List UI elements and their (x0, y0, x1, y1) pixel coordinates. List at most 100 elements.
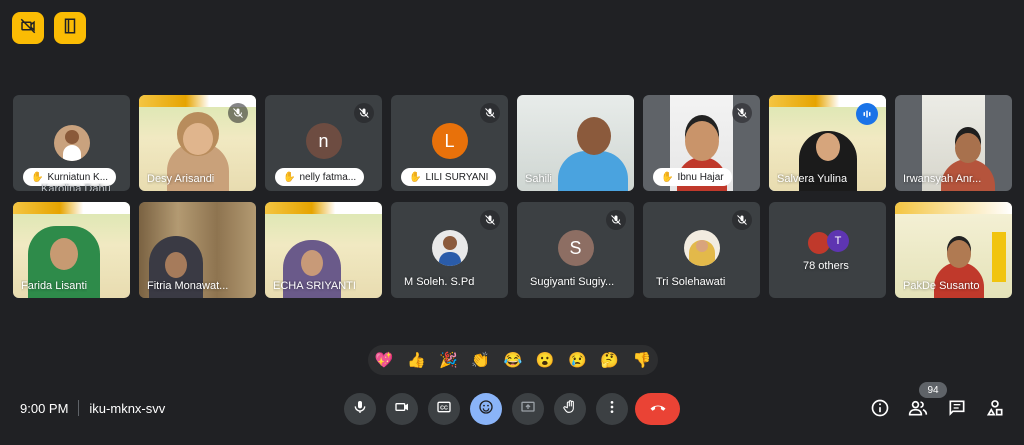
participant-name: nelly fatma... (299, 171, 357, 183)
participant-tile[interactable]: PakDe Susanto (895, 202, 1012, 298)
participant-tile[interactable]: ✋ Kurniatun K... Karolina Dahu (13, 95, 130, 191)
end-call-icon (648, 397, 668, 422)
participant-name: Farida Lisanti (21, 280, 88, 292)
reaction-surprised[interactable]: 😮 (536, 351, 555, 369)
participant-name: Desy Arisandi (147, 173, 215, 185)
present-screen-icon (520, 399, 536, 420)
participant-name: Sahili (525, 173, 552, 185)
video-decoration (992, 232, 1006, 282)
emoji-button[interactable] (470, 393, 502, 425)
participant-name: ECHA SRIYANTI (273, 280, 356, 292)
divider (78, 400, 80, 416)
others-tile[interactable]: T 78 others (769, 202, 886, 298)
participant-name: Tri Solehawati (656, 276, 726, 288)
participant-name: Kurniatun K... (47, 171, 109, 183)
present-screen-button[interactable] (512, 393, 544, 425)
raised-hand-icon: ✋ (283, 171, 296, 183)
door-exit-button[interactable] (54, 12, 86, 44)
participant-head (50, 238, 79, 270)
activities-icon (985, 398, 1005, 423)
participant-head (165, 252, 188, 278)
chat-icon (947, 398, 967, 423)
video-off-icon (19, 17, 37, 40)
participant-avatar: n (305, 123, 342, 159)
participant-avatar (431, 230, 468, 266)
raised-hand-icon: ✋ (31, 171, 44, 183)
reaction-sparkling-heart[interactable]: 💖 (375, 351, 394, 369)
participant-name: Salvera Yulina (777, 173, 848, 185)
reactions-bar: 💖 👍 🎉 👏 😂 😮 😢 🤔 👎 (368, 345, 658, 375)
emoji-icon (478, 399, 494, 420)
end-call-button[interactable] (635, 393, 680, 425)
participant-tile[interactable]: Sahili (517, 95, 634, 191)
microphone-button[interactable] (344, 393, 376, 425)
info-icon (870, 398, 890, 423)
video-banner (895, 202, 1012, 214)
more-options-button[interactable] (596, 393, 628, 425)
reaction-thinking[interactable]: 🤔 (600, 351, 619, 369)
svg-text:CC: CC (440, 405, 448, 411)
participant-tile[interactable]: Desy Arisandi (139, 95, 256, 191)
raised-hand-name-pill: ✋ LILI SURYANI (401, 168, 497, 186)
video-off-button[interactable] (12, 12, 44, 44)
participant-tile[interactable]: Irwansyah Anr... (895, 95, 1012, 191)
participant-tile[interactable]: n ✋ nelly fatma... (265, 95, 382, 191)
raised-hand-icon: ✋ (661, 171, 674, 183)
participant-name: LILI SURYANI (425, 171, 489, 183)
activities-button[interactable] (983, 398, 1007, 422)
mic-off-icon (480, 210, 500, 230)
reaction-thumbs-down[interactable]: 👎 (633, 351, 652, 369)
participant-tile[interactable]: S Sugiyanti Sugiy... (517, 202, 634, 298)
reaction-laughing[interactable]: 😂 (504, 351, 523, 369)
meeting-code: iku-mknx-svv (89, 400, 166, 416)
mic-off-icon (732, 103, 752, 123)
others-avatar-letter: T (827, 230, 849, 252)
raised-hand-name-pill: ✋ nelly fatma... (275, 168, 365, 186)
speaking-indicator-icon (856, 103, 878, 125)
participant-head (300, 250, 323, 276)
meeting-details: 9:00 PM iku-mknx-svv (20, 400, 165, 416)
participant-tile[interactable]: Tri Solehawati (643, 202, 760, 298)
mic-off-icon (228, 103, 248, 123)
raised-hand-name-pill: ✋ Ibnu Hajar (653, 168, 732, 186)
raise-hand-icon (562, 399, 578, 420)
participant-avatar (683, 230, 720, 266)
participant-tile[interactable]: M Soleh. S.Pd (391, 202, 508, 298)
participant-avatar: L (431, 123, 468, 159)
participant-head (182, 123, 213, 155)
raised-hand-icon: ✋ (409, 171, 422, 183)
participant-tile[interactable]: ✋ Ibnu Hajar (643, 95, 760, 191)
participant-figure (558, 151, 629, 191)
participant-count-badge: 94 (919, 382, 947, 398)
microphone-icon (352, 399, 368, 420)
participant-tile[interactable]: ECHA SRIYANTI (265, 202, 382, 298)
participant-tile[interactable]: Farida Lisanti (13, 202, 130, 298)
reaction-clapping[interactable]: 👏 (471, 351, 490, 369)
more-options-icon (604, 399, 620, 420)
chat-button[interactable] (945, 398, 969, 422)
camera-button[interactable] (386, 393, 418, 425)
participant-tile-active-speaker[interactable]: Salvera Yulina (769, 95, 886, 191)
raise-hand-button[interactable] (554, 393, 586, 425)
people-button[interactable] (906, 398, 930, 422)
video-banner (13, 202, 130, 214)
participant-avatar: S (557, 230, 594, 266)
video-banner (265, 202, 382, 214)
reaction-thumbs-up[interactable]: 👍 (407, 351, 426, 369)
participant-tile[interactable]: Fitria Monawat... (139, 202, 256, 298)
participant-tile[interactable]: L ✋ LILI SURYANI (391, 95, 508, 191)
participant-head (947, 240, 972, 268)
people-icon (908, 398, 928, 423)
meeting-info-button[interactable] (868, 398, 892, 422)
camera-icon (394, 399, 410, 420)
reaction-party-popper[interactable]: 🎉 (439, 351, 458, 369)
participant-avatar (53, 125, 90, 161)
reaction-crying[interactable]: 😢 (568, 351, 587, 369)
participant-head (684, 121, 719, 161)
captions-icon: CC (436, 399, 452, 420)
participant-name: Irwansyah Anr... (903, 173, 982, 185)
participant-name: Sugiyanti Sugiy... (530, 276, 615, 288)
captions-button[interactable]: CC (428, 393, 460, 425)
mic-off-icon (732, 210, 752, 230)
door-exit-icon (61, 17, 79, 40)
